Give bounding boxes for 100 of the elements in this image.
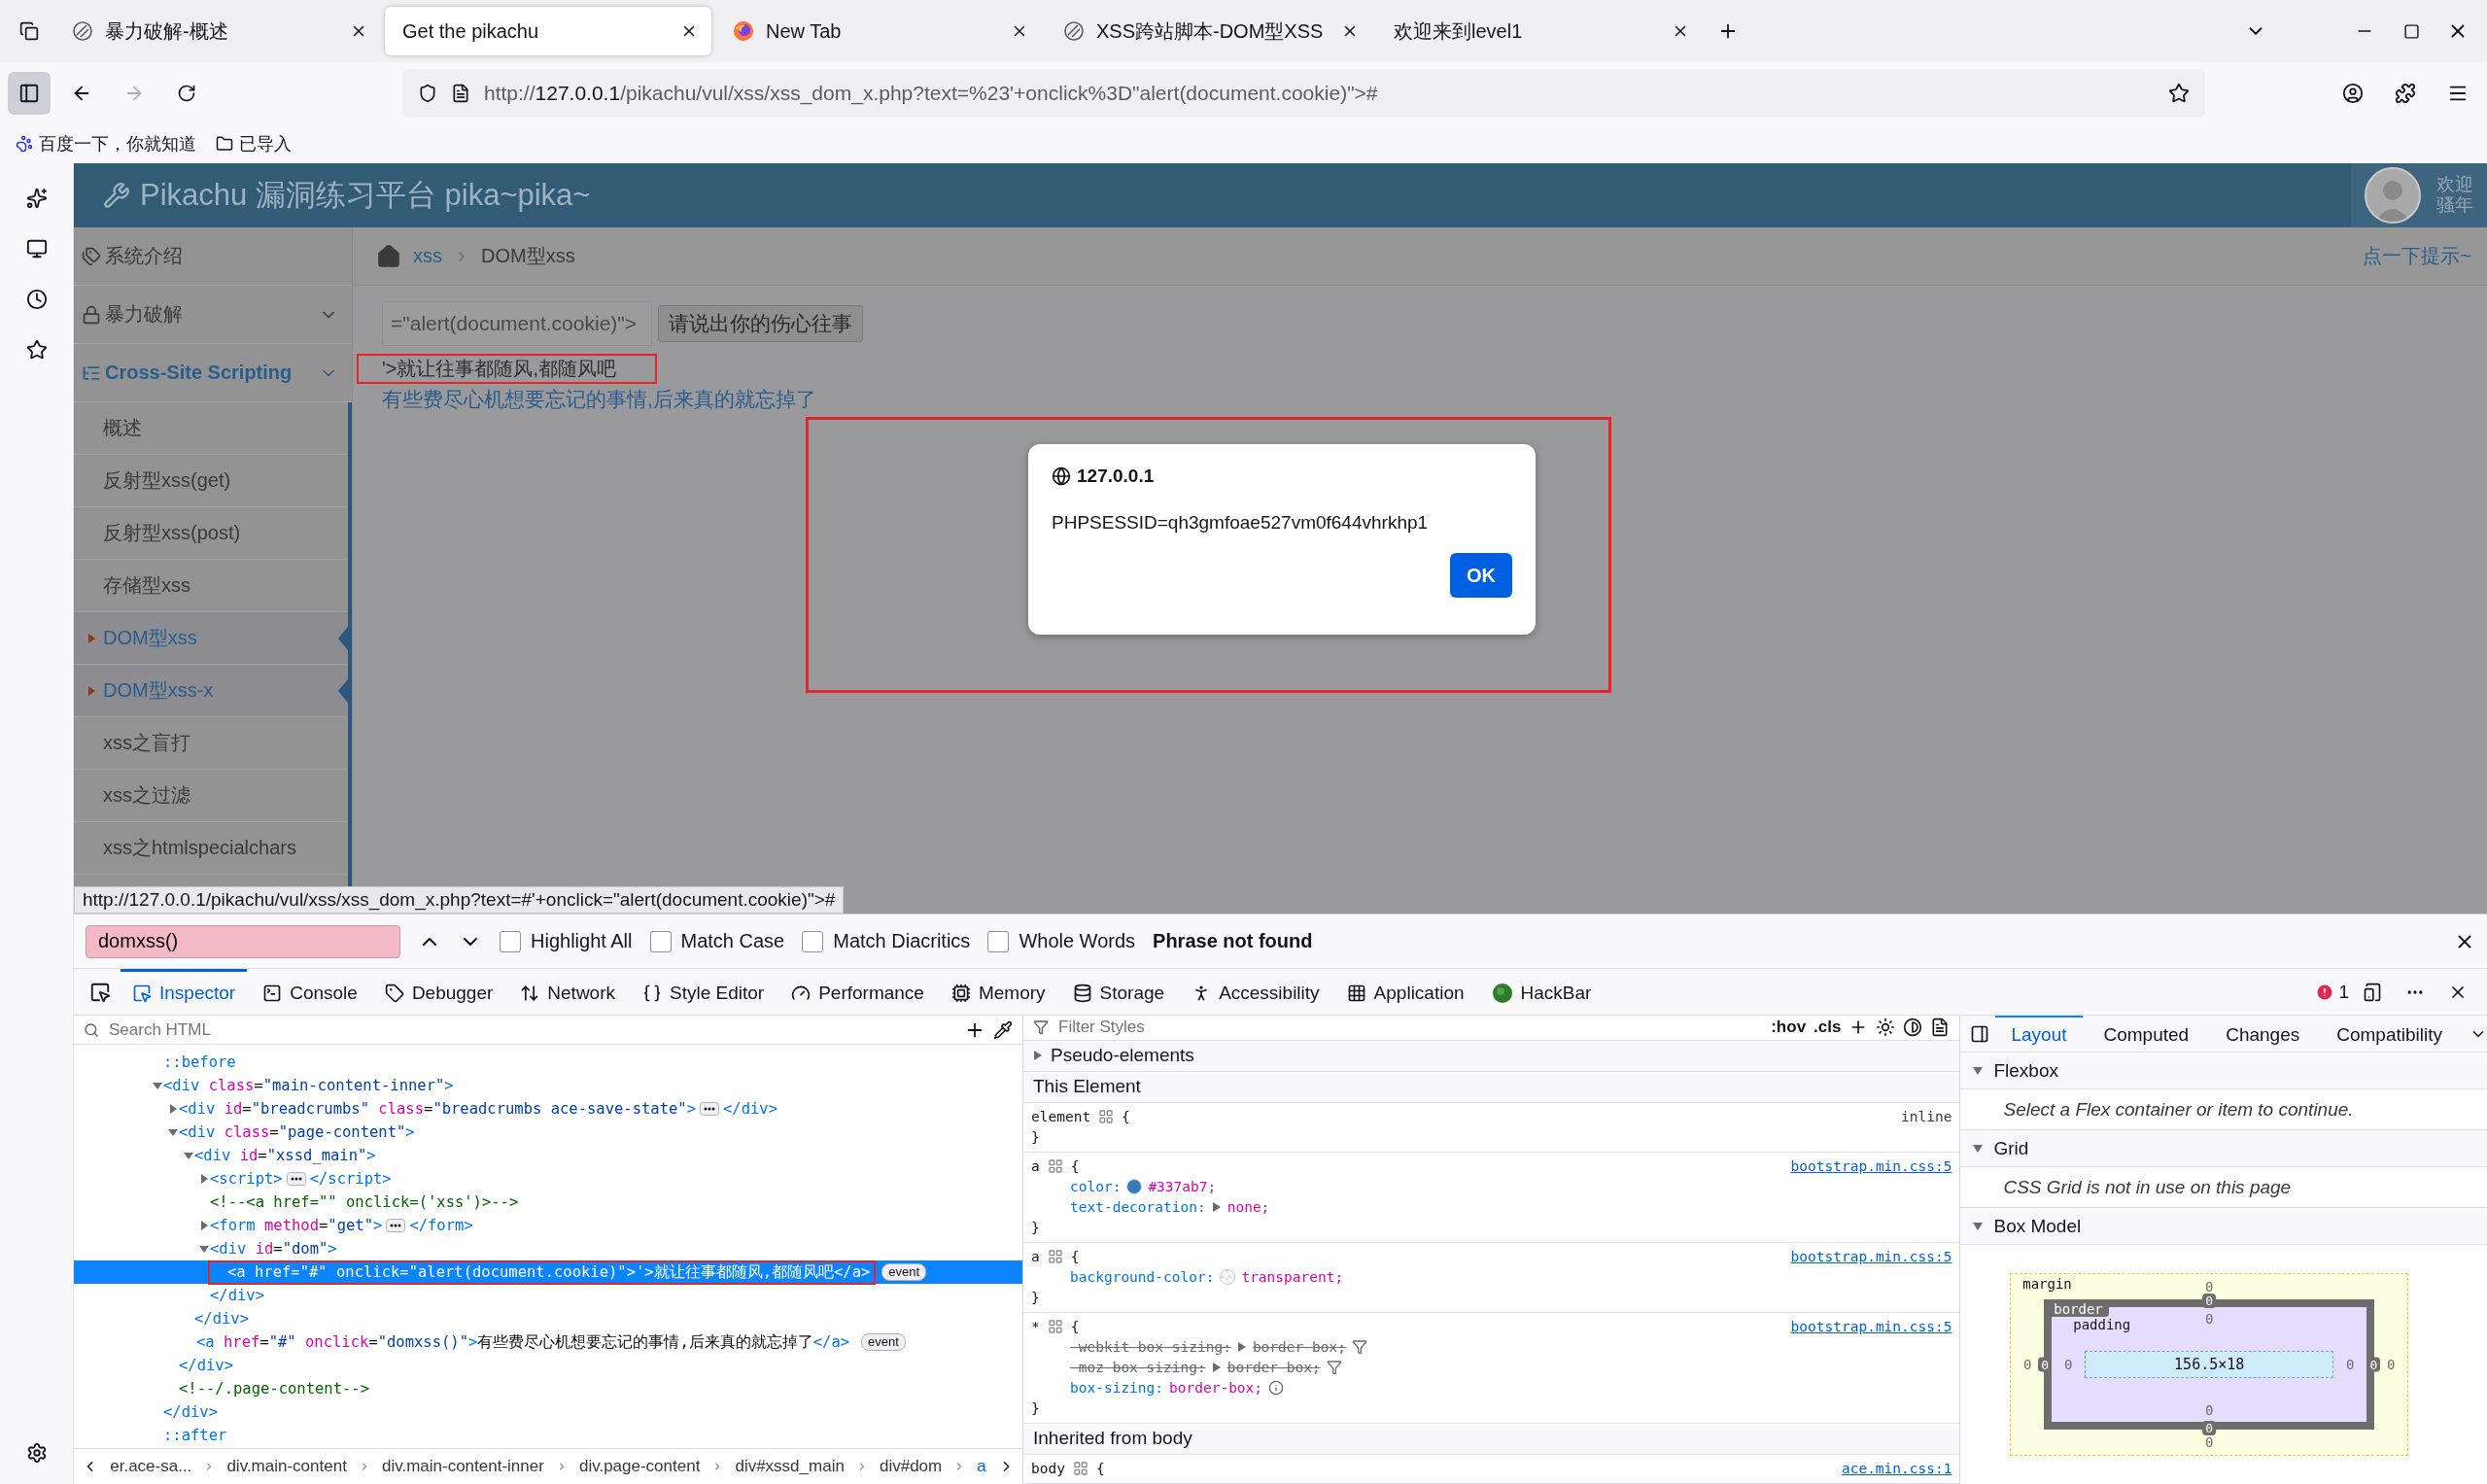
css-value[interactable]: #337ab7; bbox=[1148, 1179, 1217, 1195]
checkbox[interactable] bbox=[802, 930, 824, 952]
grid-icon[interactable] bbox=[1047, 1249, 1063, 1265]
browser-tab[interactable]: 暴力破解-概述 bbox=[54, 7, 381, 55]
css-value[interactable]: border-box; bbox=[1252, 1339, 1346, 1356]
address-field[interactable]: http://127.0.0.1/pikachu/vul/xss/xss_dom_x.php?text=%23'+onclick%3D"alert(document.cookie)"># bbox=[402, 69, 2205, 118]
devtools-tab[interactable]: Performance bbox=[779, 968, 936, 1016]
html-markup[interactable]: <div class="page-content"> bbox=[179, 1123, 415, 1141]
devtools-tab[interactable]: HackBar bbox=[1479, 968, 1604, 1016]
box-value[interactable]: 0 bbox=[2202, 1421, 2217, 1435]
devtools-tab[interactable]: Style Editor bbox=[631, 968, 777, 1016]
html-markup[interactable]: <form method="get"> bbox=[210, 1217, 383, 1234]
toggle-link[interactable]: .cls bbox=[1813, 1018, 1842, 1038]
html-markup[interactable]: <div id="dom"> bbox=[210, 1240, 337, 1258]
css-selector[interactable]: a bbox=[1031, 1249, 1040, 1265]
css-property[interactable]: box-sizing: bbox=[1070, 1380, 1164, 1397]
submenu-item[interactable]: 概述 bbox=[74, 402, 348, 455]
pseudo-element[interactable]: ::after bbox=[163, 1427, 227, 1444]
document-icon[interactable] bbox=[1930, 1018, 1951, 1038]
sun-icon[interactable] bbox=[1876, 1018, 1896, 1038]
submenu-item[interactable]: xss之过滤 bbox=[74, 770, 348, 822]
expand-arrow-icon[interactable] bbox=[1972, 1065, 1985, 1076]
grid-icon[interactable] bbox=[1072, 1461, 1088, 1477]
sidebar-toggle-icon[interactable] bbox=[8, 72, 51, 115]
submenu-item[interactable]: 反射型xss(get) bbox=[74, 455, 348, 507]
star-icon[interactable] bbox=[2168, 83, 2190, 104]
find-field[interactable]: domxss() bbox=[86, 924, 400, 958]
breadcrumb-item[interactable]: div#dom bbox=[879, 1457, 943, 1476]
css-property[interactable]: background-color: bbox=[1070, 1269, 1215, 1286]
breadcrumb-item[interactable]: div.page-content bbox=[578, 1457, 701, 1476]
css-property[interactable]: color: bbox=[1070, 1179, 1122, 1195]
sidebar-tab[interactable]: Changes bbox=[2210, 1015, 2316, 1053]
devtools-tab[interactable]: Application bbox=[1334, 968, 1476, 1016]
html-markup[interactable]: <div id="breadcrumbs" class="breadcrumbs ace-save-state"> bbox=[179, 1100, 696, 1118]
html-markup[interactable]: </div> bbox=[194, 1310, 249, 1328]
devtools-tab[interactable]: Network bbox=[508, 968, 627, 1016]
css-source[interactable]: bootstrap.min.css:5 bbox=[1790, 1249, 1952, 1265]
checkbox[interactable] bbox=[500, 930, 521, 952]
browser-tab[interactable]: Get the pikachu bbox=[385, 7, 711, 55]
sidebar-tab[interactable]: Computed bbox=[2088, 1015, 2205, 1053]
error-count[interactable]: 1 bbox=[2315, 981, 2349, 1003]
filter-field[interactable]: Filter Styles bbox=[1056, 1017, 1764, 1039]
box-value[interactable]: 0 bbox=[2205, 1311, 2214, 1327]
devtools-tab[interactable]: Debugger bbox=[372, 968, 505, 1016]
event-badge[interactable]: event bbox=[881, 1263, 927, 1281]
panel-icon[interactable] bbox=[1970, 1023, 1990, 1044]
checkbox[interactable] bbox=[649, 930, 672, 952]
css-property[interactable]: -webkit-box-sizing: bbox=[1070, 1339, 1231, 1356]
expand-arrow-icon[interactable] bbox=[167, 1126, 179, 1138]
devtools-tab[interactable]: Memory bbox=[939, 968, 1057, 1016]
expand-arrow-icon[interactable] bbox=[198, 1173, 210, 1185]
devtools-tab[interactable]: Console bbox=[251, 968, 369, 1016]
css-property[interactable]: -moz-box-sizing: bbox=[1070, 1360, 1206, 1376]
checkbox[interactable] bbox=[987, 930, 1010, 952]
devtools-tab[interactable]: Accessibility bbox=[1180, 968, 1331, 1016]
filter-icon[interactable] bbox=[1326, 1360, 1342, 1376]
css-value[interactable]: border-box; bbox=[1226, 1360, 1321, 1376]
section-title[interactable]: Pseudo-elements bbox=[1051, 1045, 1194, 1067]
breadcrumb-item[interactable]: div.main-content bbox=[226, 1457, 347, 1476]
sidebar-tab[interactable]: Compatibility bbox=[2321, 1015, 2458, 1053]
expand-arrow-icon[interactable] bbox=[1211, 1362, 1222, 1374]
toggle-link[interactable]: :hov bbox=[1771, 1018, 1807, 1038]
section-title[interactable]: Box Model bbox=[1993, 1215, 2082, 1237]
box-value[interactable]: 0 bbox=[2205, 1279, 2214, 1294]
ok-button[interactable]: OK bbox=[1450, 553, 1512, 598]
html-markup[interactable]: </div> bbox=[210, 1287, 264, 1304]
text-field[interactable]: ="alert(document.cookie)"> bbox=[382, 301, 652, 346]
search-field[interactable]: Search HTML bbox=[107, 1018, 956, 1041]
section-title[interactable]: Flexbox bbox=[1993, 1059, 2058, 1082]
html-markup[interactable]: <div id="xssd_main"> bbox=[194, 1147, 376, 1164]
html-markup[interactable]: <script> bbox=[210, 1170, 283, 1188]
grid-icon[interactable] bbox=[1047, 1158, 1063, 1175]
html-comment[interactable]: <!--/.page-content--> bbox=[179, 1380, 369, 1398]
browser-tab[interactable]: 欢迎来到level1 bbox=[1376, 7, 1703, 55]
checkbox-label[interactable]: Match Diacritics bbox=[833, 930, 971, 952]
box-value[interactable]: 0 bbox=[2205, 1434, 2214, 1450]
css-value[interactable]: border-box; bbox=[1169, 1380, 1263, 1397]
html-markup[interactable]: </div> bbox=[179, 1357, 233, 1374]
expand-arrow-icon[interactable] bbox=[198, 1220, 210, 1231]
color-swatch[interactable] bbox=[1220, 1269, 1236, 1286]
submenu-item[interactable]: xss之htmlspecialchars bbox=[74, 822, 348, 875]
eyedropper-icon[interactable] bbox=[993, 1019, 1013, 1040]
checkbox-label[interactable]: Match Case bbox=[680, 930, 785, 952]
content-box[interactable]: 156.5×18 bbox=[2085, 1351, 2334, 1378]
css-property[interactable]: text-decoration: bbox=[1070, 1199, 1206, 1216]
ellipsis-icon[interactable] bbox=[386, 1219, 406, 1232]
css-source[interactable]: bootstrap.min.css:5 bbox=[1790, 1319, 1952, 1335]
css-selector[interactable]: element bbox=[1031, 1109, 1091, 1125]
box-value[interactable]: 0 bbox=[2205, 1402, 2214, 1418]
browser-tab[interactable]: XSS跨站脚本-DOM型XSS bbox=[1046, 7, 1372, 55]
css-source[interactable]: bootstrap.min.css:5 bbox=[1790, 1158, 1952, 1175]
submenu-item[interactable]: 反射型xss(post) bbox=[74, 507, 348, 560]
html-markup[interactable]: </form> bbox=[409, 1217, 473, 1234]
submenu-item[interactable]: xss之盲打 bbox=[74, 717, 348, 770]
grid-icon[interactable] bbox=[1098, 1109, 1115, 1125]
breadcrumb-item[interactable]: er.ace-sa... bbox=[110, 1457, 192, 1476]
box-value[interactable]: 0 bbox=[2387, 1357, 2396, 1372]
info-icon[interactable] bbox=[1268, 1380, 1285, 1397]
menu-item[interactable]: 暴力破解 bbox=[74, 286, 352, 344]
grid-icon[interactable] bbox=[1047, 1319, 1063, 1335]
